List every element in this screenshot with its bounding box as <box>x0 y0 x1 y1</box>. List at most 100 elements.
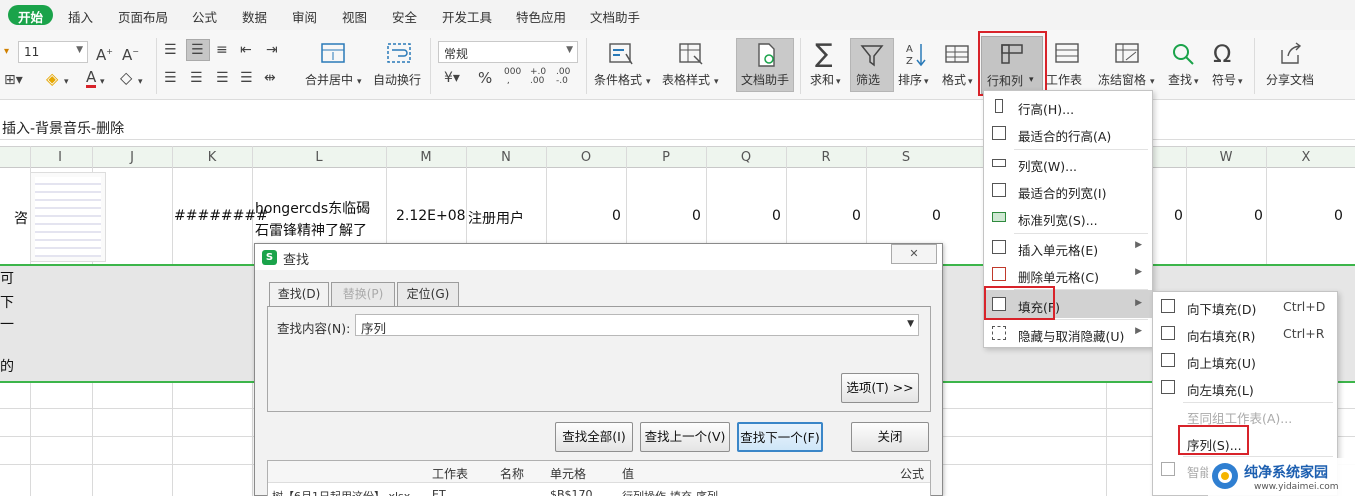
decrease-decimal-icon[interactable]: .00 -.0 <box>556 68 570 86</box>
chevron-down-icon[interactable]: ▾ <box>714 74 719 90</box>
column-header[interactable]: W <box>1186 150 1266 165</box>
menu-item-autofit-column[interactable]: 最适合的列宽(I) <box>984 177 1152 204</box>
tab-insert[interactable]: 插入 <box>68 7 93 26</box>
indent-increase-icon[interactable]: ⇥ <box>266 42 278 58</box>
column-header[interactable]: I <box>30 150 90 165</box>
share-label[interactable]: 分享文档 <box>1266 71 1314 88</box>
number-format-combo[interactable]: 常规 ▼ <box>438 41 578 63</box>
currency-icon[interactable]: ¥▾ <box>444 70 460 86</box>
tab-review[interactable]: 审阅 <box>292 7 317 26</box>
distributed-icon[interactable]: ⇹ <box>264 70 276 86</box>
fill-color-icon[interactable]: ◈ <box>46 71 58 87</box>
align-top-icon[interactable]: ☰ <box>164 42 177 58</box>
menu-item-column-width[interactable]: 列宽(W)... <box>984 150 1152 177</box>
menu-item-hide-unhide[interactable]: 隐藏与取消隐藏(U) ▶ <box>984 320 1152 347</box>
cell-value[interactable]: 0 <box>852 208 861 224</box>
worksheet-label[interactable]: 工作表 <box>1046 71 1082 88</box>
menu-item-fill-down[interactable]: 向下填充(D) Ctrl+D <box>1153 293 1337 320</box>
embedded-screenshot-image[interactable] <box>30 172 106 262</box>
cell-text[interactable]: 2.12E+08 <box>396 208 466 224</box>
chevron-down-icon[interactable]: ▾ <box>968 74 973 90</box>
share-icon[interactable] <box>1276 40 1306 68</box>
border-icon[interactable]: ⊞▾ <box>4 72 23 88</box>
tab-goto[interactable]: 定位(G) <box>397 282 459 306</box>
increase-decimal-icon[interactable]: +.0.00 <box>530 68 546 86</box>
sum-label[interactable]: 求和 <box>810 71 834 88</box>
column-header[interactable]: P <box>626 150 706 165</box>
merge-center-label[interactable]: 合并居中 <box>305 71 353 88</box>
format-label[interactable]: 格式 <box>942 71 966 88</box>
sort-label[interactable]: 排序 <box>898 71 922 88</box>
table-style-icon[interactable] <box>676 40 706 68</box>
menu-item-fill-up[interactable]: 向上填充(U) <box>1153 347 1337 374</box>
menu-item-insert-cells[interactable]: 插入单元格(E) ▶ <box>984 234 1152 261</box>
results-col-name[interactable]: 名称 <box>500 465 524 482</box>
indent-decrease-icon[interactable]: ⇤ <box>240 42 252 58</box>
chevron-down-icon[interactable]: ▾ <box>100 74 105 90</box>
cell-value[interactable]: 0 <box>1174 208 1183 224</box>
menu-item-fill-left[interactable]: 向左填充(L) <box>1153 374 1337 401</box>
align-bottom-icon[interactable]: ≡ <box>216 42 228 58</box>
merge-center-icon[interactable] <box>318 40 348 68</box>
find-content-input[interactable]: 序列 ▼ <box>355 314 919 336</box>
results-row[interactable]: 树【6月1日起用这份】.xlsx ET $B$170 行列操作-填充-序列 <box>268 485 930 496</box>
percent-icon[interactable]: % <box>478 70 492 86</box>
column-header[interactable]: X <box>1266 150 1346 165</box>
column-header[interactable]: Q <box>706 150 786 165</box>
column-header[interactable]: J <box>92 150 172 165</box>
chevron-down-icon[interactable]: ▾ <box>64 74 69 90</box>
cell-text[interactable]: ######## <box>174 208 268 224</box>
dialog-titlebar[interactable]: S 查找 ✕ <box>255 244 942 270</box>
find-all-button[interactable]: 查找全部(I) <box>555 422 633 452</box>
chevron-down-icon[interactable]: ▾ <box>646 74 651 90</box>
close-button[interactable]: 关闭 <box>851 422 929 452</box>
chevron-down-icon[interactable]: ▾ <box>357 74 362 90</box>
find-next-button[interactable]: 查找下一个(F) <box>737 422 823 452</box>
results-col-value[interactable]: 值 <box>622 465 634 482</box>
align-center-icon[interactable]: ☰ <box>190 70 203 86</box>
font-size-combo[interactable]: 11 ▼ <box>18 41 88 63</box>
menu-item-standard-width[interactable]: 标准列宽(S)... <box>984 204 1152 231</box>
tab-replace[interactable]: 替换(P) <box>331 282 395 306</box>
cell-value[interactable]: 0 <box>1334 208 1343 224</box>
sort-icon[interactable]: A Z <box>900 40 930 68</box>
freeze-panes-label[interactable]: 冻结窗格 <box>1098 71 1146 88</box>
chevron-down-icon[interactable]: ▾ <box>1194 74 1199 90</box>
options-button[interactable]: 选项(T) >> <box>841 373 919 403</box>
cell-text[interactable]: 咨 <box>14 208 28 228</box>
cell-value[interactable]: 0 <box>612 208 621 224</box>
cell-text[interactable]: 石雷锋精神了解了 <box>255 220 367 240</box>
tab-data[interactable]: 数据 <box>242 7 267 26</box>
conditional-format-label[interactable]: 条件格式 <box>594 71 642 88</box>
cell-value[interactable]: 0 <box>772 208 781 224</box>
chevron-down-icon[interactable]: ▾ <box>836 74 841 90</box>
column-header[interactable]: O <box>546 150 626 165</box>
cell-value[interactable]: 0 <box>1254 208 1263 224</box>
format-icon[interactable] <box>942 40 972 68</box>
chevron-down-icon[interactable]: ▾ <box>138 74 143 90</box>
results-col-cell[interactable]: 单元格 <box>550 465 586 482</box>
results-col-formula[interactable]: 公式 <box>900 465 924 482</box>
decrease-font-icon[interactable]: A− <box>122 44 139 63</box>
close-icon[interactable]: ✕ <box>891 244 937 264</box>
tab-find[interactable]: 查找(D) <box>269 282 329 307</box>
chevron-down-icon[interactable]: ▾ <box>1150 74 1155 90</box>
font-dropdown-arrow-icon[interactable]: ▾ <box>4 44 9 60</box>
align-right-icon[interactable]: ☰ <box>216 70 229 86</box>
cell-text[interactable]: 下 <box>0 292 14 312</box>
column-header[interactable]: L <box>252 150 386 165</box>
menu-item-row-height[interactable]: 行高(H)... <box>984 93 1152 120</box>
cell-text[interactable]: 一 <box>0 314 14 334</box>
cell-text[interactable]: 可 <box>0 268 14 288</box>
symbol-label[interactable]: 符号 <box>1212 71 1236 88</box>
column-header[interactable]: R <box>786 150 866 165</box>
justify-icon[interactable]: ☰ <box>240 70 253 86</box>
conditional-format-icon[interactable] <box>606 40 636 68</box>
cell-text[interactable]: 的 <box>0 356 14 376</box>
font-color-icon[interactable]: A <box>86 70 97 88</box>
doc-assistant-button[interactable]: 文档助手 <box>736 38 794 92</box>
column-header[interactable]: M <box>386 150 466 165</box>
chevron-down-icon[interactable]: ▼ <box>907 319 914 329</box>
worksheet-icon[interactable] <box>1052 40 1082 68</box>
tab-special-apps[interactable]: 特色应用 <box>516 7 566 26</box>
